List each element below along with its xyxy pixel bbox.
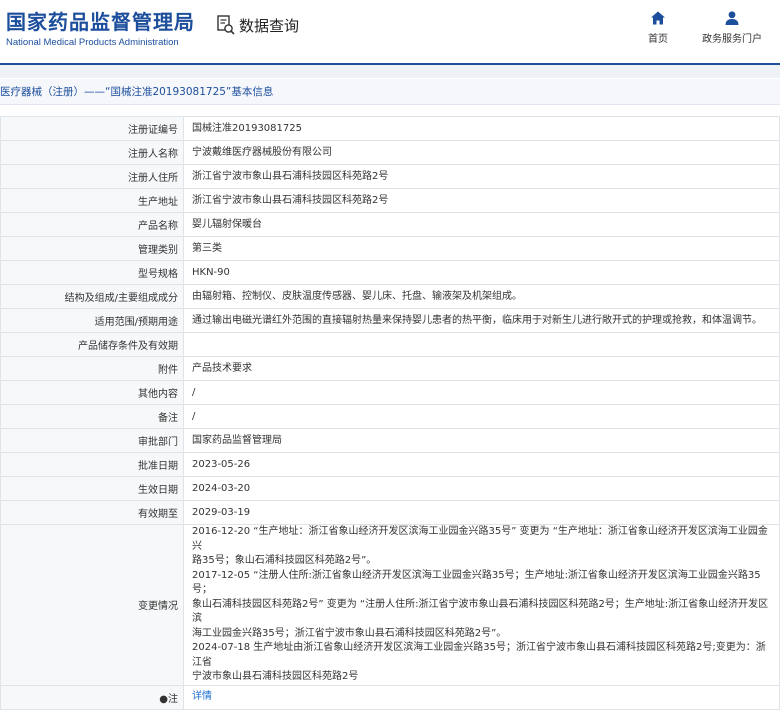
breadcrumb: 医疗器械（注册）——“国械注准20193081725”基本信息 — [0, 79, 780, 105]
row-label: 审批部门 — [0, 428, 184, 453]
change-line: 2016-12-20 “生产地址：浙江省象山经济开发区滨海工业园金兴路35号” … — [192, 526, 768, 552]
row-label: 结构及组成/主要组成成分 — [0, 284, 184, 309]
home-icon — [651, 11, 665, 25]
row-label: 注册证编号 — [0, 116, 184, 141]
table-row: 批准日期 2023-05-26 — [0, 452, 780, 477]
table-row: 产品名称 婴儿辐射保暖台 — [0, 212, 780, 237]
row-value: 浙江省宁波市象山县石浦科技园区科苑路2号 — [183, 164, 780, 189]
row-value: 国家药品监督管理局 — [183, 428, 780, 453]
table-row: 产品储存条件及有效期 — [0, 332, 780, 357]
logo-english-title: National Medical Products Administration — [6, 37, 179, 48]
note-value: 详情 — [183, 684, 780, 710]
nav-home-label: 首页 — [648, 34, 668, 45]
site-logo[interactable]: 国家药品监督管理局 National Medical Products Admi… — [6, 6, 195, 48]
table-row: 备注 / — [0, 404, 780, 429]
change-line: 象山石浦科技园区科苑路2号” 变更为 “注册人住所:浙江省宁波市象山县石浦科技园… — [192, 598, 769, 625]
row-value: 产品技术要求 — [183, 356, 780, 381]
details-link[interactable]: 详情 — [192, 691, 212, 702]
device-info-table: 注册证编号 国械注准20193081725 注册人名称 宁波戴维医疗器械股份有限… — [0, 116, 780, 710]
row-label: 生效日期 — [0, 476, 184, 501]
row-label: 备注 — [0, 404, 184, 429]
row-label: 附件 — [0, 356, 184, 381]
logo-chinese-title: 国家药品监督管理局 — [6, 10, 195, 34]
row-value: 婴儿辐射保暖台 — [183, 212, 780, 237]
data-query-title: 数据查询 — [216, 14, 299, 36]
change-history-row: 变更情况 2016-12-20 “生产地址：浙江省象山经济开发区滨海工业园金兴路… — [0, 524, 780, 686]
row-label: 注册人住所 — [0, 164, 184, 189]
row-value: / — [183, 380, 780, 405]
row-value: 2029-03-19 — [183, 500, 780, 525]
table-row: 有效期至 2029-03-19 — [0, 500, 780, 525]
table-row: 附件 产品技术要求 — [0, 356, 780, 381]
row-label: 批准日期 — [0, 452, 184, 477]
row-value: 浙江省宁波市象山县石浦科技园区科苑路2号 — [183, 188, 780, 213]
row-label: 产品名称 — [0, 212, 184, 237]
table-row: 型号规格 HKN-90 — [0, 260, 780, 285]
row-value: 第三类 — [183, 236, 780, 261]
table-row: 审批部门 国家药品监督管理局 — [0, 428, 780, 453]
change-history-value: 2016-12-20 “生产地址：浙江省象山经济开发区滨海工业园金兴路35号” … — [183, 524, 780, 686]
table-row: 注册人住所 浙江省宁波市象山县石浦科技园区科苑路2号 — [0, 164, 780, 189]
row-label: 适用范围/预期用途 — [0, 308, 184, 333]
row-label: 型号规格 — [0, 260, 184, 285]
row-label: 注册人名称 — [0, 140, 184, 165]
change-line: 宁波市象山县石浦科技园区科苑路2号 — [192, 671, 359, 682]
table-row: 其他内容 / — [0, 380, 780, 405]
row-value: / — [183, 404, 780, 429]
breadcrumb-text: 医疗器械（注册）——“国械注准20193081725”基本信息 — [0, 86, 274, 98]
site-header: 国家药品监督管理局 National Medical Products Admi… — [0, 0, 780, 62]
document-search-icon — [217, 15, 235, 35]
table-row: 结构及组成/主要组成成分 由辐射箱、控制仪、皮肤温度传感器、婴儿床、托盘、输液架… — [0, 284, 780, 309]
change-line: 2024-07-18 生产地址由浙江省象山经济开发区滨海工业园金兴路35号；浙江… — [192, 642, 766, 668]
row-value: 通过输出电磁光谱红外范围的直接辐射热量来保持婴儿患者的热平衡，临床用于对新生儿进… — [183, 308, 780, 333]
nav-service-portal-label: 政务服务门户 — [702, 34, 762, 45]
row-label: 生产地址 — [0, 188, 184, 213]
table-row: 注册证编号 国械注准20193081725 — [0, 116, 780, 141]
change-line: 2017-12-05 “注册人住所:浙江省象山经济开发区滨海工业园金兴路35号；… — [192, 569, 761, 596]
row-value: 2023-05-26 — [183, 452, 780, 477]
change-line: 路35号；象山石浦科技园区科苑路2号”。 — [192, 555, 377, 566]
user-icon — [725, 11, 739, 25]
row-value: 宁波戴维医疗器械股份有限公司 — [183, 140, 780, 165]
nav-home[interactable]: 首页 — [648, 10, 668, 45]
table-row: 生效日期 2024-03-20 — [0, 476, 780, 501]
row-value — [183, 332, 780, 357]
row-value: 由辐射箱、控制仪、皮肤温度传感器、婴儿床、托盘、输液架及机架组成。 — [183, 284, 780, 309]
header-spacer — [0, 65, 780, 78]
row-value: 2024-03-20 — [183, 476, 780, 501]
note-label-cell: ●注 — [0, 684, 184, 710]
query-label: 数据查询 — [239, 16, 300, 35]
change-line: 海工业园金兴路35号；浙江省宁波市象山县石浦科技园区科苑路2号”。 — [192, 627, 507, 639]
bullet-icon: ● — [159, 693, 168, 705]
row-label: 产品储存条件及有效期 — [0, 332, 184, 357]
table-row: 适用范围/预期用途 通过输出电磁光谱红外范围的直接辐射热量来保持婴儿患者的热平衡… — [0, 308, 780, 333]
row-value: HKN-90 — [183, 260, 780, 285]
table-row: 生产地址 浙江省宁波市象山县石浦科技园区科苑路2号 — [0, 188, 780, 213]
row-label: 变更情况 — [0, 524, 184, 686]
row-label: 有效期至 — [0, 500, 184, 525]
note-row: ●注 详情 — [0, 684, 780, 710]
row-label: 其他内容 — [0, 380, 184, 405]
table-row: 管理类别 第三类 — [0, 236, 780, 261]
note-label: 注 — [168, 693, 178, 705]
row-value: 国械注准20193081725 — [183, 116, 780, 141]
nav-service-portal[interactable]: 政务服务门户 — [702, 10, 762, 45]
table-row: 注册人名称 宁波戴维医疗器械股份有限公司 — [0, 140, 780, 165]
row-label: 管理类别 — [0, 236, 184, 261]
